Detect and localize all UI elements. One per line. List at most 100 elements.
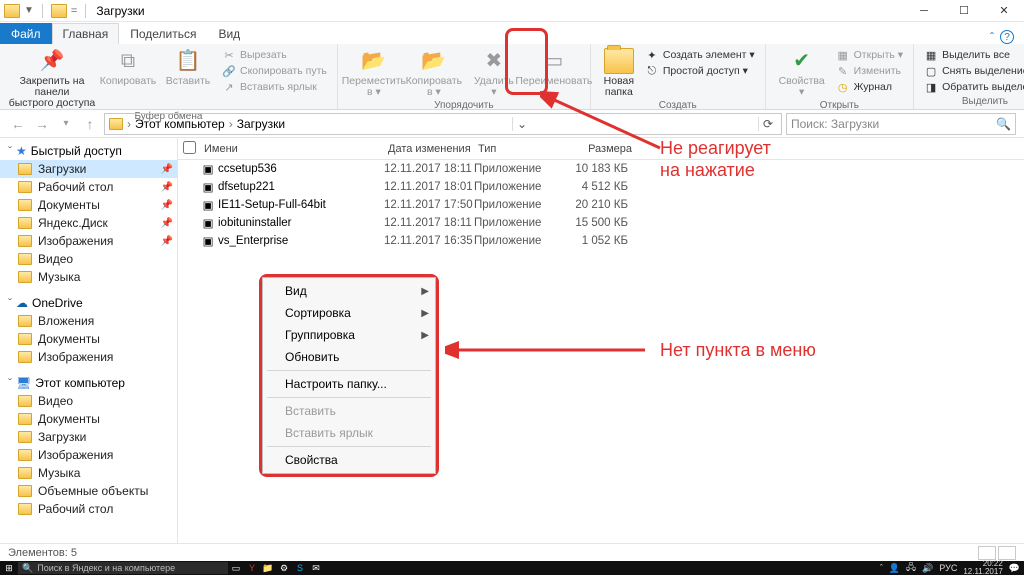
minimize-button[interactable]: ─ [904,0,944,22]
sidebar-item[interactable]: Загрузки [0,428,177,446]
context-menu-item[interactable]: Обновить [263,346,435,368]
search-box[interactable]: Поиск: Загрузки 🔍 [786,113,1016,135]
sidebar-onedrive[interactable]: ˇ☁OneDrive [0,294,177,312]
col-name[interactable]: Имени [200,143,388,155]
search-icon: 🔍 [22,563,33,574]
maximize-button[interactable]: ☐ [944,0,984,22]
delete-button[interactable]: ✖Удалить▾ [464,46,524,100]
sidebar-item[interactable]: Документы [0,330,177,348]
sidebar-item[interactable]: Загрузки📌 [0,160,177,178]
file-row[interactable]: ▣iobituninstaller12.11.2017 18:11Приложе… [178,214,1024,232]
col-type[interactable]: Тип [478,143,570,155]
rename-button[interactable]: ▭Переименовать [524,46,584,89]
sidebar-thispc[interactable]: ˇ🖥Этот компьютер [0,374,177,392]
taskbar-app[interactable]: Y [244,563,260,573]
view-icons-button[interactable] [998,546,1016,560]
tray-notifications-icon[interactable]: 💬 [1009,563,1020,574]
tray-volume-icon[interactable]: 🔊 [922,563,933,574]
history-button[interactable]: ◷Журнал [836,80,903,94]
col-date[interactable]: Дата изменения [388,143,478,155]
pin-quickaccess-button[interactable]: 📌Закрепить на панелибыстрого доступа [6,46,98,111]
up-button[interactable]: ↑ [80,114,100,134]
select-all-checkbox[interactable] [183,141,196,154]
context-menu-item[interactable]: Настроить папку... [263,373,435,395]
new-folder-button[interactable]: Новаяпапка [597,46,641,100]
tray-lang[interactable]: РУС [939,563,957,573]
sidebar-item[interactable]: Документы📌 [0,196,177,214]
back-button[interactable]: ← [8,114,28,134]
taskbar-explorer[interactable]: 📁 [260,563,276,574]
context-menu-item[interactable]: Группировка▶ [263,324,435,346]
copy-to-button[interactable]: 📂Копироватьв ▾ [404,46,464,100]
new-item-button[interactable]: ✦Создать элемент ▾ [645,48,755,62]
context-menu-item[interactable]: Сортировка▶ [263,302,435,324]
recent-dropdown[interactable]: ▾ [56,114,76,134]
col-size[interactable]: Размера [570,143,642,155]
sidebar-item[interactable]: Видео [0,250,177,268]
edit-button[interactable]: ✎Изменить [836,64,903,78]
task-view-button[interactable]: ▭ [228,563,244,574]
sidebar-item[interactable]: Объемные объекты [0,482,177,500]
view-details-button[interactable] [978,546,996,560]
sidebar-quickaccess[interactable]: ˇ★Быстрый доступ [0,142,177,160]
forward-button[interactable]: → [32,114,52,134]
file-row[interactable]: ▣dfsetup22112.11.2017 18:01Приложение4 5… [178,178,1024,196]
tab-file[interactable]: Файл [0,23,52,44]
refresh-button[interactable]: ⟳ [758,117,777,131]
cut-button[interactable]: ✂Вырезать [222,48,327,62]
app-icon: ▣ [200,162,216,176]
sidebar-item[interactable]: Рабочий стол [0,500,177,518]
invert-selection-button[interactable]: ◨Обратить выделение [924,80,1024,94]
taskbar-search[interactable]: 🔍Поиск в Яндекс и на компьютере [18,562,228,574]
help-icon[interactable]: ? [1000,30,1014,44]
column-headers[interactable]: Имени Дата изменения Тип Размера [178,138,1024,160]
ribbon-collapse-icon[interactable]: ˆ [990,30,994,44]
close-button[interactable]: ✕ [984,0,1024,22]
context-menu-item[interactable]: Вид▶ [263,280,435,302]
taskbar-app[interactable]: S [292,563,308,573]
tray-people-icon[interactable]: 👤 [889,563,900,574]
taskbar-app[interactable]: ✉ [308,563,324,574]
sidebar-item[interactable]: Изображения📌 [0,232,177,250]
start-button[interactable]: ⊞ [0,563,18,574]
copy-path-button[interactable]: 🔗Скопировать путь [222,64,327,78]
properties-button[interactable]: ✔Свойства▾ [772,46,832,100]
qat-dropdown-icon[interactable]: ▼ [24,5,34,16]
context-menu-item[interactable]: Свойства [263,449,435,471]
copy-button[interactable]: ⧉Копировать [98,46,158,89]
paste-shortcut-button[interactable]: ↗Вставить ярлык [222,80,327,94]
sidebar-item[interactable]: Музыка [0,464,177,482]
sidebar-item[interactable]: Яндекс.Диск📌 [0,214,177,232]
address-dropdown-icon[interactable]: ⌄ [512,117,531,131]
tab-home[interactable]: Главная [52,23,120,44]
move-to-button[interactable]: 📂Переместитьв ▾ [344,46,404,100]
file-row[interactable]: ▣IE11-Setup-Full-64bit12.11.2017 17:50Пр… [178,196,1024,214]
tray-clock[interactable]: 20:2212.11.2017 [963,560,1002,576]
sidebar-item[interactable]: Видео [0,392,177,410]
sidebar-item[interactable]: Вложения [0,312,177,330]
cloud-icon: ☁ [16,296,28,310]
taskbar-app[interactable]: ⚙ [276,563,292,574]
sidebar-item[interactable]: Изображения [0,348,177,366]
folder-icon [18,253,32,265]
address-bar[interactable]: › Этот компьютер › Загрузки ⌄ ⟳ [104,113,782,135]
tray-network-icon[interactable]: 🖧 [906,560,916,576]
file-row[interactable]: ▣ccsetup53612.11.2017 18:11Приложение10 … [178,160,1024,178]
open-button[interactable]: ▦Открыть ▾ [836,48,903,62]
ribbon: 📌Закрепить на панелибыстрого доступа ⧉Ко… [0,44,1024,110]
easy-access-button[interactable]: ⎋Простой доступ ▾ [645,64,755,78]
sidebar-item[interactable]: Документы [0,410,177,428]
tab-view[interactable]: Вид [207,23,251,44]
file-row[interactable]: ▣vs_Enterprise12.11.2017 16:35Приложение… [178,232,1024,250]
breadcrumb-current[interactable]: Загрузки [237,117,285,131]
select-all-button[interactable]: ▦Выделить все [924,48,1024,62]
tab-share[interactable]: Поделиться [119,23,207,44]
paste-button[interactable]: 📋Вставить [158,46,218,89]
select-none-button[interactable]: ▢Снять выделение [924,64,1024,78]
select-none-icon: ▢ [924,64,938,78]
tray-chevron-icon[interactable]: ˆ [880,563,883,573]
sidebar-item[interactable]: Изображения [0,446,177,464]
sidebar-item[interactable]: Музыка [0,268,177,286]
sidebar-item[interactable]: Рабочий стол📌 [0,178,177,196]
breadcrumb-root[interactable]: Этот компьютер [135,117,225,131]
